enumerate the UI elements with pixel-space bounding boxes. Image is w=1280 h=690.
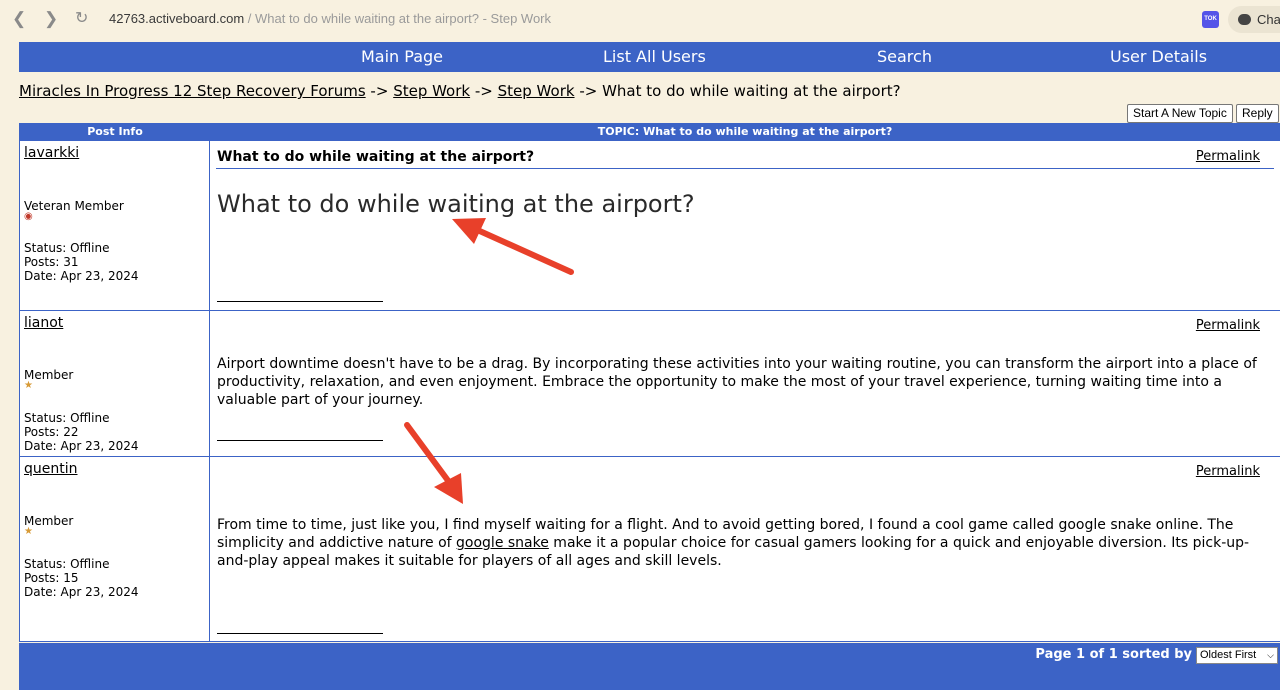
annotation-overlay xyxy=(404,218,574,504)
annotation-arrow xyxy=(404,422,463,504)
annotation-arrow xyxy=(452,218,574,275)
